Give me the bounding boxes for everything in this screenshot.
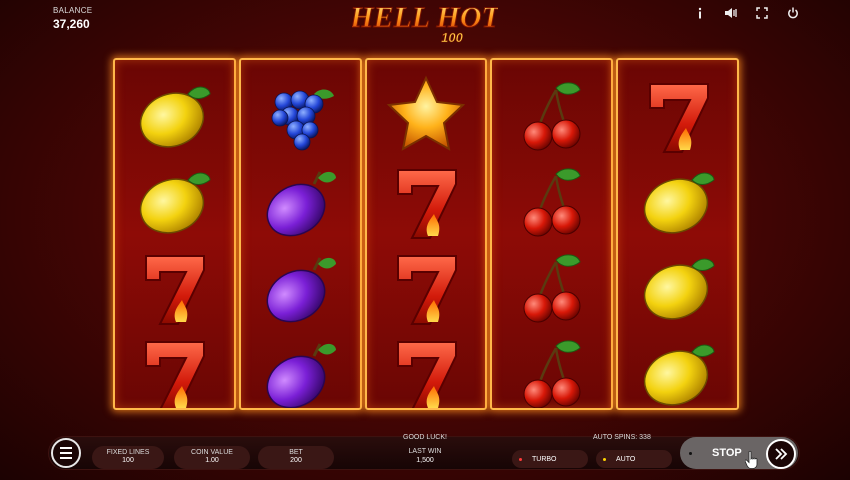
- lemon-symbol-icon: [618, 160, 737, 244]
- status-message: GOOD LUCK!: [403, 434, 447, 441]
- bet-label: BET: [289, 449, 303, 456]
- reel-4: [490, 58, 614, 410]
- plum-symbol-icon: [241, 160, 360, 244]
- plum-symbol-icon: [241, 246, 360, 330]
- coin-value-value: 1.00: [205, 457, 219, 464]
- menu-button[interactable]: [51, 438, 81, 468]
- seven-symbol-icon: [367, 160, 486, 244]
- game-logo: HELL HOT 100: [352, 1, 498, 46]
- last-win-label: LAST WIN: [408, 448, 442, 455]
- control-bar: FIXED LINES 100 COIN VALUE 1.00 BET 200 …: [48, 434, 800, 472]
- auto-toggle[interactable]: AUTO: [596, 450, 672, 468]
- svg-text:100: 100: [441, 30, 463, 45]
- bet-field[interactable]: BET 200: [258, 446, 334, 469]
- grapes-symbol-icon: [241, 74, 360, 158]
- top-toolbar: [693, 6, 800, 20]
- auto-indicator-icon: [603, 457, 606, 461]
- sound-icon[interactable]: [724, 6, 738, 20]
- cherry-symbol-icon: [492, 332, 611, 408]
- turbo-label: TURBO: [532, 455, 557, 463]
- reel-1: [113, 58, 236, 410]
- mouse-cursor-icon: [745, 450, 758, 469]
- last-win-value: 1,500: [416, 457, 434, 464]
- star-symbol-icon: [367, 74, 486, 158]
- fullscreen-icon[interactable]: [755, 6, 769, 20]
- stop-indicator-icon: [689, 451, 692, 455]
- power-icon[interactable]: [786, 6, 800, 20]
- balance-value: 37,260: [53, 17, 90, 31]
- bet-value: 200: [290, 457, 302, 464]
- svg-text:HELL HOT: HELL HOT: [352, 1, 498, 34]
- plum-symbol-icon: [241, 332, 360, 408]
- balance-label: BALANCE: [53, 6, 93, 15]
- seven-symbol-icon: [115, 332, 234, 408]
- coin-value-field[interactable]: COIN VALUE 1.00: [174, 446, 250, 469]
- auto-label: AUTO: [616, 455, 636, 463]
- seven-symbol-icon: [618, 74, 737, 158]
- stop-label: STOP: [712, 447, 742, 459]
- fixed-lines-value: 100: [122, 457, 134, 464]
- reels-area: [113, 58, 739, 410]
- seven-symbol-icon: [367, 246, 486, 330]
- lemon-symbol-icon: [618, 246, 737, 330]
- cherry-symbol-icon: [492, 246, 611, 330]
- reel-5: [616, 58, 739, 410]
- reel-2: [238, 58, 362, 410]
- auto-spins-counter: AUTO SPINS: 338: [593, 434, 651, 441]
- fixed-lines-field: FIXED LINES 100: [92, 446, 164, 469]
- fast-forward-icon: [775, 448, 788, 460]
- last-win-display: LAST WIN 1,500: [403, 448, 447, 464]
- lemon-symbol-icon: [115, 160, 234, 244]
- coin-value-label: COIN VALUE: [191, 449, 233, 456]
- lemon-symbol-icon: [618, 332, 737, 408]
- info-icon[interactable]: [693, 6, 707, 20]
- fast-forward-button[interactable]: [766, 439, 796, 469]
- balance-display: BALANCE 37,260: [53, 6, 92, 31]
- cherry-symbol-icon: [492, 160, 611, 244]
- turbo-toggle[interactable]: TURBO: [512, 450, 588, 468]
- reel-3: [364, 58, 488, 410]
- lemon-symbol-icon: [115, 74, 234, 158]
- seven-symbol-icon: [367, 332, 486, 408]
- fixed-lines-label: FIXED LINES: [106, 449, 150, 456]
- cherry-symbol-icon: [492, 74, 611, 158]
- turbo-indicator-icon: [519, 457, 522, 461]
- seven-symbol-icon: [115, 246, 234, 330]
